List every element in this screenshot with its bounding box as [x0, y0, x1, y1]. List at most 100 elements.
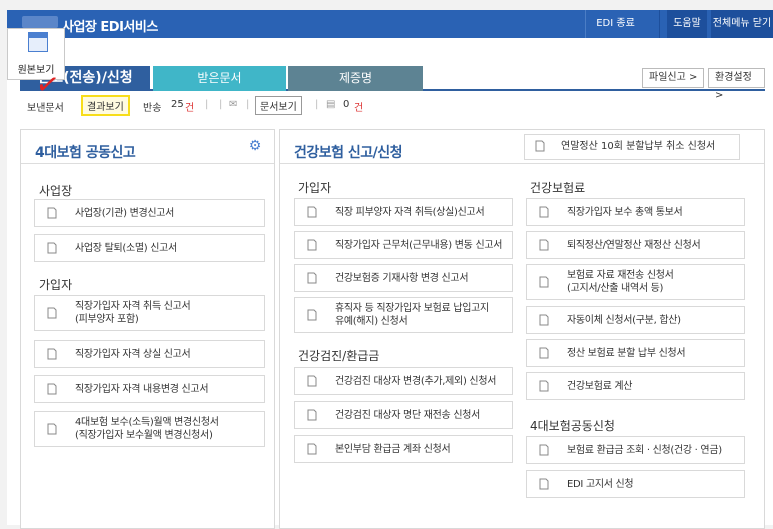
- main-tabs: 신고(전송)/신청 받은문서 제증명 파일신고 > 환경설정 >: [20, 66, 765, 101]
- returned-unit: 건: [185, 103, 195, 114]
- link-label: 연말정산 10회 분할납부 취소 신청서: [561, 141, 716, 152]
- item-label: 직장가입자 자격 취득 신고서 (피부양자 포함): [75, 301, 191, 325]
- panel-header: 건강보험 신고/신청 연말정산 10회 분할납부 취소 신청서: [280, 130, 764, 164]
- document-icon: [537, 205, 551, 219]
- item-label: 직장 피부양자 자격 취득(상실)신고서: [335, 206, 485, 218]
- panel-title: 건강보험 신고/신청: [294, 145, 403, 161]
- list-item[interactable]: 자동이체 신청서(구분, 합산): [526, 306, 745, 334]
- file-report-button[interactable]: 파일신고 >: [642, 68, 705, 88]
- panel-title: 4대보험 공동신고: [35, 145, 136, 161]
- list-item[interactable]: 건강검진 대상자 변경(추가,제외) 신청서: [294, 367, 513, 395]
- item-label: 휴직자 등 직장가입자 보험료 납입고지 유예(해지) 신청서: [335, 303, 489, 327]
- environment-settings-button[interactable]: 환경설정 >: [708, 68, 765, 101]
- item-label: 본인부담 환급금 계좌 신청서: [335, 443, 451, 455]
- list-item[interactable]: 보험료 환급금 조회 · 신청(건강 · 연금): [526, 436, 745, 464]
- topbar-divider: [659, 10, 660, 38]
- list-item[interactable]: 사업장(기관) 변경신고서: [34, 199, 265, 227]
- main-frame: 신고(전송)/신청 받은문서 제증명 파일신고 > 환경설정 > 보낸문서 결과…: [7, 38, 773, 529]
- tab-received-docs[interactable]: 받은문서: [153, 66, 286, 91]
- document-icon: [305, 271, 319, 285]
- edi-exit-button[interactable]: EDI 종료: [585, 10, 645, 38]
- list-item[interactable]: 휴직자 등 직장가입자 보험료 납입고지 유예(해지) 신청서: [294, 297, 513, 333]
- document-icon: [305, 374, 319, 388]
- document-icon: [537, 238, 551, 252]
- item-label: 정산 보험료 분할 납부 신청서: [567, 347, 686, 359]
- list-item[interactable]: 직장가입자 보수 총액 통보서: [526, 198, 745, 226]
- item-label: 사업장(기관) 변경신고서: [75, 207, 175, 219]
- settings-icon[interactable]: ⚙: [246, 137, 264, 155]
- item-label: 건강보험료 계산: [567, 380, 633, 392]
- zero-count: 0: [343, 99, 350, 110]
- list-item[interactable]: 보험료 자료 재전송 신청서 (고지서/산출 내역서 등): [526, 264, 745, 300]
- document-icon: [537, 443, 551, 457]
- list-item[interactable]: 직장 피부양자 자격 취득(상실)신고서: [294, 198, 513, 226]
- doc-view-button[interactable]: 문서보기: [255, 96, 302, 115]
- list-item[interactable]: 직장가입자 자격 내용변경 신고서: [34, 375, 265, 403]
- item-label: 직장가입자 자격 상실 신고서: [75, 348, 191, 360]
- item-label: 4대보험 보수(소득)월액 변경신청서 (직장가입자 보수월액 변경신청서): [75, 417, 219, 441]
- section-label-premium: 건강보험료: [530, 181, 586, 195]
- document-icon: [305, 308, 319, 322]
- document-icon: [45, 347, 59, 361]
- list-item[interactable]: 정산 보험료 분할 납부 신청서: [526, 339, 745, 367]
- document-icon: [45, 241, 59, 255]
- document-icon: [45, 382, 59, 396]
- section-label-common-application: 4대보험공동신청: [530, 419, 615, 433]
- result-view-button[interactable]: 결과보기: [81, 95, 130, 116]
- sent-docs-label: 보낸문서: [27, 103, 64, 114]
- document-icon: [45, 422, 59, 436]
- panel-header: 4대보험 공동신고 ⚙: [21, 130, 274, 164]
- document-icon: [537, 477, 551, 491]
- document-icon: [305, 442, 319, 456]
- item-label: 건강검진 대상자 명단 재전송 신청서: [335, 409, 481, 421]
- returned-count: 25: [171, 99, 184, 110]
- section-label-subscriber: 가입자: [39, 278, 73, 292]
- section-label-workplace: 사업장: [39, 184, 73, 198]
- mail-icon: ✉: [229, 99, 238, 110]
- tab-certificates[interactable]: 제증명: [288, 66, 423, 91]
- close-all-menu-button[interactable]: 전체메뉴 닫기: [711, 10, 773, 38]
- document-icon: ▤: [326, 99, 336, 110]
- top-bar: 사업장 EDI서비스 EDI 종료 도움말 전체메뉴 닫기: [7, 10, 773, 38]
- document-icon: [305, 408, 319, 422]
- document-icon: [537, 379, 551, 393]
- nhis-logo: [22, 16, 58, 28]
- document-status-bar: 보낸문서 결과보기 반송 25 건 | | ✉ | 문서보기 | ▤ 0 건: [21, 95, 766, 116]
- item-label: 건강검진 대상자 변경(추가,제외) 신청서: [335, 375, 497, 387]
- item-label: 사업장 탈퇴(소멸) 신고서: [75, 242, 177, 254]
- divider: |: [246, 99, 250, 110]
- returned-label: 반송: [143, 103, 162, 114]
- item-label: 건강보험증 기재사항 변경 신고서: [335, 272, 469, 284]
- list-item[interactable]: 직장가입자 자격 상실 신고서: [34, 340, 265, 368]
- document-icon: [537, 313, 551, 327]
- window-icon: [28, 32, 48, 52]
- list-item[interactable]: 직장가입자 근무처(근무내용) 변동 신고서: [294, 231, 513, 259]
- document-icon: [305, 238, 319, 252]
- help-button[interactable]: 도움말: [667, 10, 707, 38]
- list-item[interactable]: 직장가입자 자격 취득 신고서 (피부양자 포함): [34, 295, 265, 331]
- document-icon: [45, 206, 59, 220]
- list-item[interactable]: 건강보험료 계산: [526, 372, 745, 400]
- document-icon: [533, 139, 547, 153]
- list-item[interactable]: 건강보험증 기재사항 변경 신고서: [294, 264, 513, 292]
- list-item[interactable]: 4대보험 보수(소득)월액 변경신청서 (직장가입자 보수월액 변경신청서): [34, 411, 265, 447]
- item-label: 직장가입자 보수 총액 통보서: [567, 206, 683, 218]
- list-item[interactable]: 퇴직정산/연말정산 재정산 신청서: [526, 231, 745, 259]
- document-icon: [537, 275, 551, 289]
- list-item[interactable]: 사업장 탈퇴(소멸) 신고서: [34, 234, 265, 262]
- divider: |: [219, 99, 223, 110]
- divider: |: [205, 99, 209, 110]
- common-4-insurance-panel: 4대보험 공동신고 ⚙ 사업장 사업장(기관) 변경신고서 사업장 탈퇴(소멸)…: [20, 129, 275, 529]
- document-icon: [305, 205, 319, 219]
- zero-unit: 건: [354, 103, 364, 114]
- item-label: 자동이체 신청서(구분, 합산): [567, 314, 681, 326]
- section-label-checkup-refund: 건강검진/환급금: [298, 349, 380, 363]
- installment-cancel-link[interactable]: 연말정산 10회 분할납부 취소 신청서: [524, 134, 740, 160]
- list-item[interactable]: 본인부담 환급금 계좌 신청서: [294, 435, 513, 463]
- section-label-subscriber: 가입자: [298, 181, 332, 195]
- item-label: 보험료 자료 재전송 신청서 (고지서/산출 내역서 등): [567, 270, 674, 294]
- list-item[interactable]: EDI 고지서 신청: [526, 470, 745, 498]
- document-icon: [537, 346, 551, 360]
- list-item[interactable]: 건강검진 대상자 명단 재전송 신청서: [294, 401, 513, 429]
- item-label: 직장가입자 자격 내용변경 신고서: [75, 383, 209, 395]
